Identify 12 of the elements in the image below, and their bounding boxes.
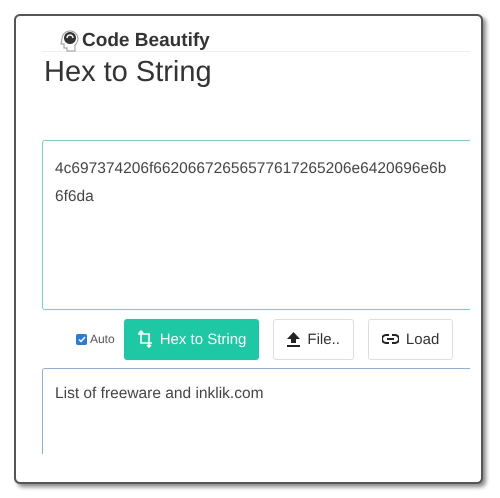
upload-button[interactable]: File.. <box>273 318 354 360</box>
upload-icon <box>287 332 300 346</box>
string-output-field[interactable]: List of freeware and inklik.com <box>42 368 470 454</box>
page-title: Hex to String <box>44 56 213 90</box>
hex-input-field[interactable]: 4c697374206f66206672656577617265206e6420696e6b 6f6da <box>42 140 470 310</box>
auto-label: Auto <box>90 332 115 346</box>
link-button[interactable]: Load <box>368 318 454 360</box>
auto-checkbox[interactable] <box>76 334 87 344</box>
head-logo-icon <box>59 28 81 52</box>
link-icon <box>382 334 399 344</box>
brand-name[interactable]: Code Beautify <box>82 30 210 52</box>
crop-arrows-icon <box>136 330 153 348</box>
